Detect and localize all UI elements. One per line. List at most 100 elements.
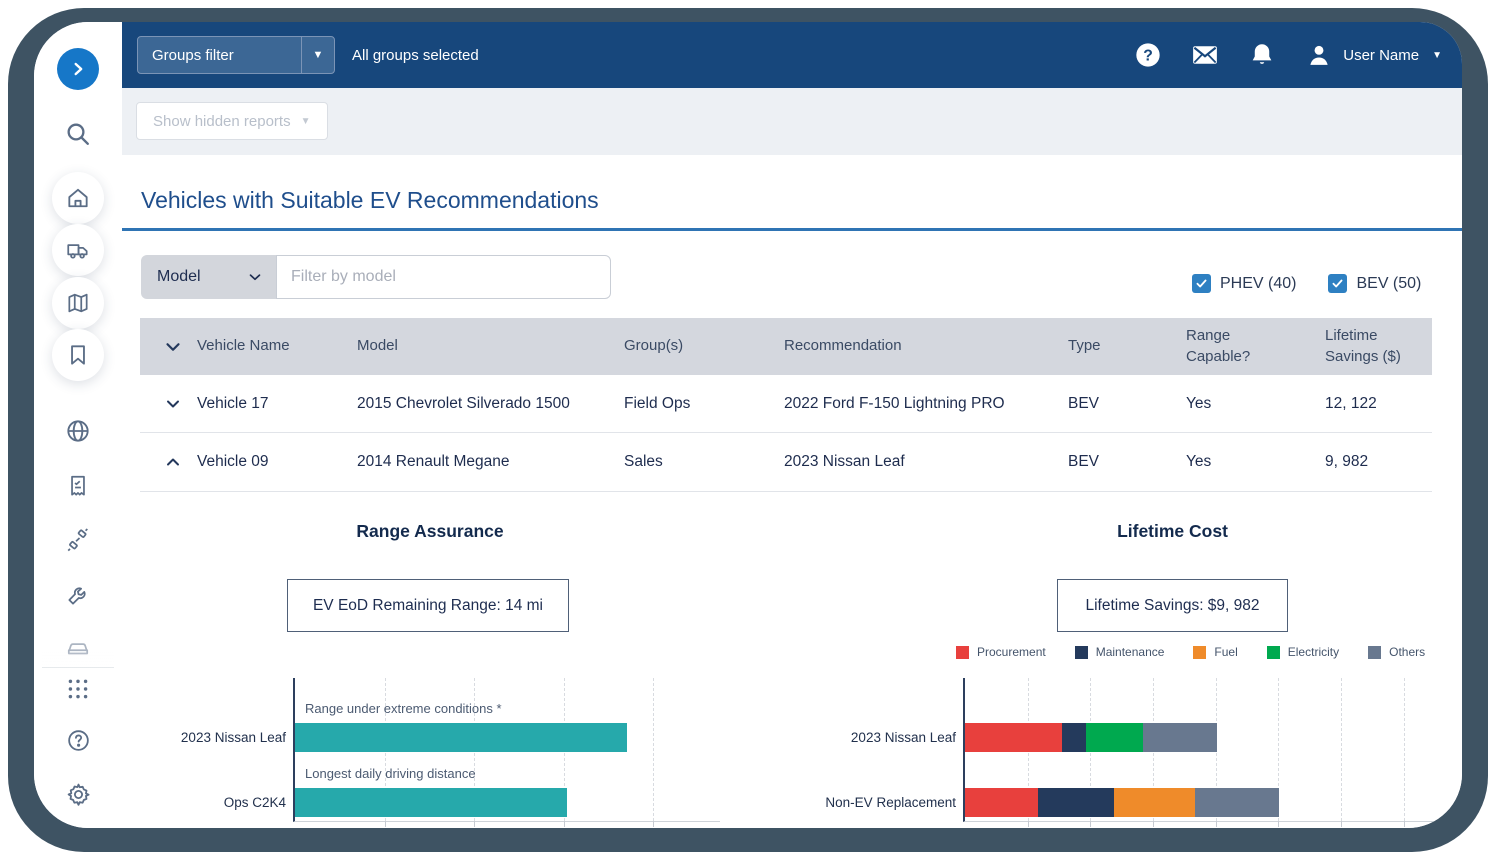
sidebar-item-map[interactable] — [52, 277, 104, 329]
sidebar-item-apps[interactable] — [63, 674, 93, 704]
bev-checkbox[interactable]: BEV (50) — [1328, 274, 1421, 293]
legend-item: Others — [1368, 645, 1425, 659]
cell-type: BEV — [1068, 433, 1099, 491]
mail-icon[interactable] — [1190, 40, 1220, 70]
cell-range-capable: Yes — [1186, 433, 1296, 491]
sidebar — [34, 22, 122, 828]
axis-tick — [1216, 821, 1217, 827]
axis-tick — [474, 821, 475, 827]
legend-swatch — [956, 646, 969, 659]
legend-label: Others — [1389, 645, 1425, 659]
gridline — [653, 678, 654, 821]
cell-lifetime-savings: 9, 982 — [1325, 433, 1435, 491]
legend-label: Electricity — [1288, 645, 1339, 659]
cell-recommendation: 2022 Ford F-150 Lightning PRO — [784, 375, 1005, 432]
stacked-bar — [965, 788, 1435, 817]
col-header-groups: Group(s) — [624, 318, 683, 375]
sidebar-item-reports[interactable] — [63, 471, 93, 501]
sidebar-expand-button[interactable] — [57, 48, 99, 90]
cell-lifetime-savings: 12, 122 — [1325, 375, 1435, 432]
axis-tick — [385, 821, 386, 827]
sidebar-item-home[interactable] — [52, 172, 104, 224]
groups-status-text: All groups selected — [352, 22, 479, 88]
filter-column-select[interactable]: Model — [141, 255, 276, 299]
help-icon[interactable]: ? — [1133, 40, 1163, 70]
chevron-down-icon[interactable] — [162, 393, 184, 415]
sidebar-item-vehicles[interactable] — [52, 224, 104, 276]
bell-icon[interactable] — [1247, 40, 1277, 70]
segment-maintenance — [1062, 723, 1086, 752]
bar-annotation: Longest daily driving distance — [305, 766, 476, 781]
legend-item: Maintenance — [1075, 645, 1165, 659]
chevron-up-icon[interactable] — [162, 451, 184, 473]
bev-checkbox-label: BEV (50) — [1356, 275, 1421, 293]
table-row[interactable]: Vehicle 09 2014 Renault Megane Sales 202… — [140, 433, 1432, 492]
filter-search-input[interactable] — [276, 255, 611, 299]
truck-icon — [65, 237, 91, 263]
chevron-down-icon[interactable] — [162, 336, 184, 358]
cable-icon — [65, 527, 91, 553]
legend-label: Maintenance — [1096, 645, 1165, 659]
report-icon — [65, 473, 91, 499]
axis-tick — [564, 821, 565, 827]
cell-groups: Sales — [624, 433, 663, 491]
legend-item: Fuel — [1193, 645, 1237, 659]
axis-tick — [1153, 821, 1154, 827]
axis-tick — [1028, 821, 1029, 827]
category-label: Non-EV Replacement — [825, 788, 956, 817]
axis-tick — [1278, 821, 1279, 827]
legend-swatch — [1193, 646, 1206, 659]
sidebar-item-help[interactable] — [63, 725, 93, 755]
axis-tick — [1404, 821, 1405, 827]
sidebar-item-zones[interactable] — [63, 416, 93, 446]
savings-callout-text: Lifetime Savings: $9, 982 — [1085, 597, 1259, 615]
segment-others — [1143, 723, 1218, 752]
apps-grid-icon — [65, 676, 91, 702]
category-label: 2023 Nissan Leaf — [181, 723, 286, 752]
segment-others — [1195, 788, 1279, 817]
legend-swatch — [1267, 646, 1280, 659]
sidebar-item-bookmarks[interactable] — [52, 329, 104, 381]
phev-checkbox-label: PHEV (40) — [1220, 275, 1296, 293]
cell-range-capable: Yes — [1186, 375, 1296, 432]
show-hidden-reports-label: Show hidden reports — [153, 113, 291, 130]
show-hidden-reports-dropdown[interactable]: Show hidden reports ▼ — [136, 102, 328, 140]
col-header-model: Model — [357, 318, 398, 375]
map-icon — [65, 290, 91, 316]
phev-checkbox[interactable]: PHEV (40) — [1192, 274, 1296, 293]
savings-callout-box: Lifetime Savings: $9, 982 — [1057, 579, 1288, 632]
secondary-bar: Show hidden reports ▼ — [122, 88, 1462, 155]
col-header-lifetime-savings: Lifetime Savings ($) — [1325, 318, 1435, 375]
legend-swatch — [1075, 646, 1088, 659]
range-assurance-title: Range Assurance — [140, 521, 720, 542]
cell-recommendation: 2023 Nissan Leaf — [784, 433, 905, 491]
range-callout-text: EV EoD Remaining Range: 14 mi — [313, 597, 543, 615]
segment-procurement — [965, 788, 1038, 817]
search-icon[interactable] — [63, 119, 93, 149]
groups-filter-dropdown[interactable]: Groups filter ▼ — [137, 36, 335, 74]
range-assurance-plot: Range under extreme conditions *2023 Nis… — [293, 678, 720, 822]
bar-annotation: Range under extreme conditions * — [305, 701, 502, 716]
lifetime-cost-plot: 2023 Nissan LeafNon-EV Replacement — [963, 678, 1435, 822]
cell-vehicle-name: Vehicle 17 — [197, 375, 269, 432]
topbar-actions: ? User Name ▼ — [1133, 22, 1442, 88]
sidebar-item-maintenance[interactable] — [63, 580, 93, 610]
range-callout-box: EV EoD Remaining Range: 14 mi — [287, 579, 569, 632]
axis-tick — [653, 821, 654, 827]
title-divider — [122, 228, 1462, 231]
lifetime-cost-title: Lifetime Cost — [910, 521, 1435, 542]
page-title: Vehicles with Suitable EV Recommendation… — [141, 187, 599, 214]
user-menu[interactable]: User Name ▼ — [1304, 40, 1442, 70]
help-icon — [65, 727, 92, 754]
sidebar-item-connections[interactable] — [63, 525, 93, 555]
cell-type: BEV — [1068, 375, 1099, 432]
table-row[interactable]: Vehicle 17 2015 Chevrolet Silverado 1500… — [140, 375, 1432, 433]
cell-groups: Field Ops — [624, 375, 690, 432]
gear-icon — [65, 781, 92, 808]
axis-tick — [1341, 821, 1342, 827]
legend-label: Fuel — [1214, 645, 1237, 659]
sidebar-item-settings[interactable] — [63, 779, 93, 809]
legend-item: Procurement — [956, 645, 1046, 659]
svg-text:?: ? — [1143, 47, 1153, 64]
user-name-label: User Name — [1343, 47, 1419, 64]
